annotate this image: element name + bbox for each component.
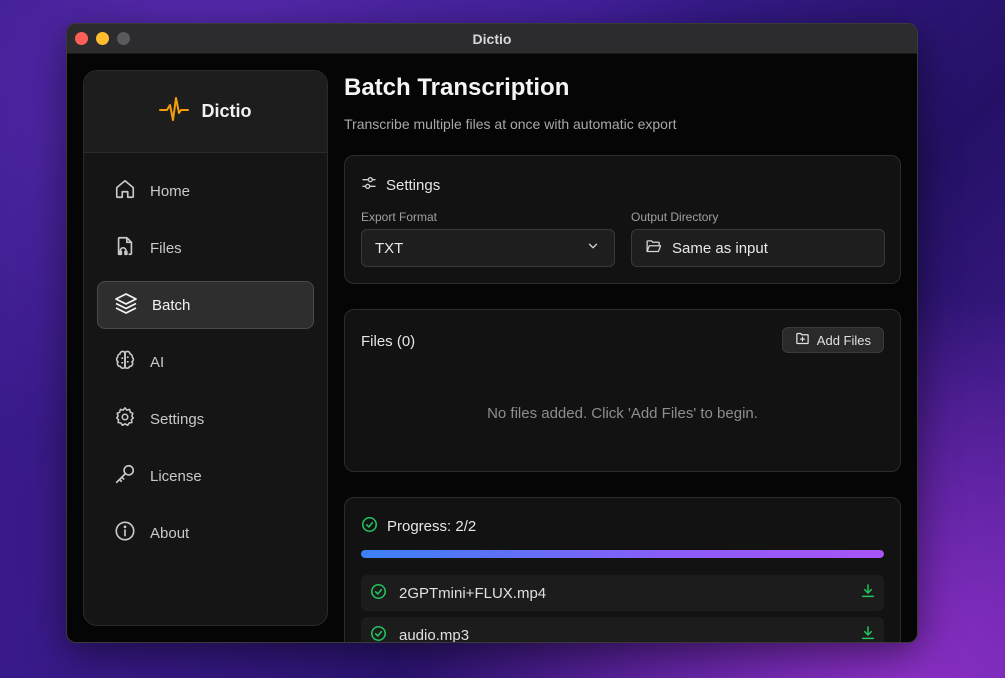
- zoom-window-button[interactable]: [117, 32, 130, 45]
- minimize-window-button[interactable]: [96, 32, 109, 45]
- progress-card: Progress: 2/2 2GPTmini+FLUX.mp4 audio.mp…: [344, 497, 901, 643]
- sidebar-item-batch[interactable]: Batch: [97, 281, 314, 329]
- progress-label: Progress: 2/2: [387, 518, 477, 535]
- main-content: Batch Transcription Transcribe multiple …: [344, 54, 901, 642]
- progress-bar-fill: [361, 550, 884, 558]
- file-audio-icon: [114, 235, 136, 261]
- output-directory-label: Output Directory: [631, 210, 719, 224]
- brand: Dictio: [84, 71, 327, 153]
- brain-icon: [114, 349, 136, 375]
- files-card: Files (0) Add Files No files added. Clic…: [344, 309, 901, 472]
- list-item: audio.mp3: [361, 617, 884, 643]
- sidebar-nav: Home Files Batch AI Settings License Abo…: [84, 153, 327, 557]
- settings-header: Settings: [361, 175, 440, 195]
- progress-header: Progress: 2/2: [361, 516, 476, 537]
- sidebar-item-license[interactable]: License: [97, 452, 314, 500]
- add-files-label: Add Files: [816, 332, 871, 348]
- file-name: 2GPTmini+FLUX.mp4: [399, 584, 547, 602]
- brand-name: Dictio: [201, 101, 252, 121]
- add-files-button[interactable]: Add Files: [781, 327, 884, 353]
- page-title: Batch Transcription: [344, 74, 570, 101]
- files-empty-state: No files added. Click 'Add Files' to beg…: [487, 405, 758, 422]
- sidebar-item-label: Home: [150, 182, 191, 200]
- check-circle-icon: [361, 516, 378, 537]
- settings-title: Settings: [386, 176, 441, 194]
- sidebar-item-label: AI: [150, 353, 165, 371]
- page-subtitle: Transcribe multiple files at once with a…: [344, 116, 677, 132]
- sidebar-item-label: Batch: [152, 296, 191, 314]
- waveform-logo-icon: [159, 96, 190, 127]
- sidebar-item-label: About: [150, 524, 190, 542]
- app-window: Dictio Dictio Home Files Batch AI Settin…: [66, 23, 918, 643]
- export-format-label: Export Format: [361, 210, 438, 224]
- list-item: 2GPTmini+FLUX.mp4: [361, 575, 884, 611]
- key-icon: [114, 463, 136, 489]
- settings-card: Settings Export Format TXT Output Direct…: [344, 155, 901, 284]
- layers-icon: [114, 291, 138, 319]
- home-icon: [114, 178, 136, 204]
- sidebar-item-label: Settings: [150, 410, 205, 428]
- check-circle-icon: [370, 583, 387, 604]
- download-icon[interactable]: [860, 583, 876, 603]
- window-title: Dictio: [472, 30, 512, 47]
- sidebar-item-label: License: [150, 467, 202, 485]
- output-directory-value: Same as input: [672, 239, 768, 257]
- download-icon[interactable]: [860, 625, 876, 642]
- info-icon: [114, 520, 136, 546]
- close-window-button[interactable]: [75, 32, 88, 45]
- gear-icon: [114, 406, 136, 432]
- progress-bar: [361, 550, 884, 558]
- sidebar-item-label: Files: [150, 239, 182, 257]
- sidebar-item-settings[interactable]: Settings: [97, 395, 314, 443]
- folder-plus-icon: [795, 331, 810, 349]
- check-circle-icon: [370, 625, 387, 643]
- sidebar-item-files[interactable]: Files: [97, 224, 314, 272]
- files-title: Files (0): [361, 333, 416, 350]
- title-bar: Dictio: [67, 24, 917, 54]
- sidebar-item-ai[interactable]: AI: [97, 338, 314, 386]
- export-format-select[interactable]: TXT: [361, 229, 615, 267]
- sidebar: Dictio Home Files Batch AI Settings Lice…: [83, 70, 328, 626]
- file-name: audio.mp3: [399, 626, 470, 643]
- sidebar-item-home[interactable]: Home: [97, 167, 314, 215]
- chevron-down-icon: [586, 239, 600, 257]
- folder-open-icon: [645, 238, 662, 259]
- output-directory-button[interactable]: Same as input: [631, 229, 885, 267]
- window-controls: [75, 32, 130, 45]
- export-format-value: TXT: [375, 239, 404, 257]
- sliders-icon: [361, 175, 377, 195]
- sidebar-item-about[interactable]: About: [97, 509, 314, 557]
